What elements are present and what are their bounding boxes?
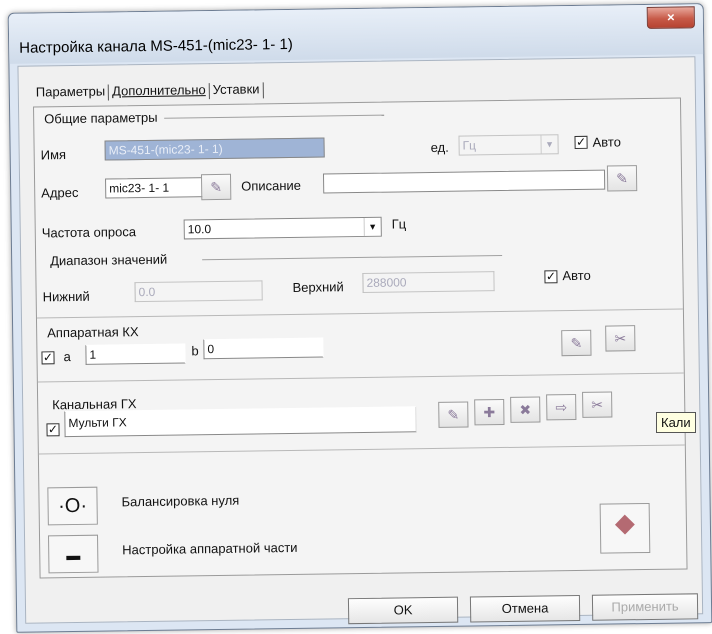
- auto-unit-checkbox[interactable]: ✓: [574, 135, 588, 149]
- chevron-down-icon: ▼: [540, 135, 558, 154]
- address-label: Адрес: [41, 184, 79, 201]
- edit-icon: ✎: [570, 334, 583, 352]
- hardware-cx-edit-button[interactable]: ✎: [561, 329, 592, 357]
- hardware-icon: ▬: [66, 546, 81, 564]
- title-bar[interactable]: Настройка канала MS-451-(mic23- 1- 1) ×: [8, 4, 704, 64]
- range-auto-label: Авто: [562, 267, 591, 284]
- hardware-cx-group-label: Аппаратная КХ: [47, 324, 139, 341]
- name-input[interactable]: MS-451-(mic23- 1- 1): [104, 137, 325, 161]
- cancel-button[interactable]: Отмена: [469, 594, 581, 623]
- window-title: Настройка канала MS-451-(mic23- 1- 1): [19, 35, 293, 57]
- auto-unit-label: Авто: [592, 134, 622, 150]
- poll-rate-unit: Гц: [391, 216, 407, 232]
- dialog-window: Настройка канала MS-451-(mic23- 1- 1) × …: [7, 3, 712, 633]
- tab-parameters[interactable]: Параметры: [33, 83, 109, 100]
- description-input[interactable]: [322, 169, 606, 194]
- multi-gx-checkbox[interactable]: ✓: [46, 422, 60, 437]
- dialog-client-area: Параметры Дополнительно Уставки Общие пара…: [17, 56, 704, 625]
- calibrate-icon: ✂: [591, 396, 604, 413]
- edit-icon: ✎: [616, 170, 629, 187]
- close-button[interactable]: ×: [646, 6, 695, 29]
- tab-additional[interactable]: Дополнительно: [109, 82, 209, 98]
- zero-balance-button[interactable]: ·O·: [47, 486, 98, 526]
- diamond-icon: ◆: [614, 507, 636, 538]
- description-label: Описание: [241, 177, 302, 194]
- unit-label: ед.: [430, 139, 449, 155]
- chevron-down-icon: ▼: [363, 217, 381, 236]
- tab-setpoints[interactable]: Уставки: [210, 81, 263, 97]
- delete-icon: ✖: [519, 401, 532, 418]
- hardware-setup-label: Настройка аппаратной части: [122, 539, 298, 558]
- lower-input[interactable]: 0.0: [134, 280, 263, 303]
- calibration-tooltip: Кали: [656, 412, 696, 433]
- coefficient-b-label: b: [191, 343, 199, 359]
- zero-balance-icon: ·O·: [57, 494, 88, 518]
- range-group-label: Диапазон значений: [50, 251, 168, 269]
- gx-delete-button[interactable]: ✖: [510, 396, 541, 423]
- apply-button[interactable]: Применить: [591, 593, 699, 621]
- hardware-cx-checkbox[interactable]: ✓: [41, 350, 55, 365]
- section-divider: [37, 372, 684, 383]
- group-divider: [164, 114, 385, 119]
- address-input[interactable]: mic23- 1- 1: [105, 177, 216, 199]
- parameters-panel: Общие параметры Имя MS-451-(mic23- 1- 1)…: [33, 97, 688, 579]
- gx-edit-button[interactable]: ✎: [438, 401, 469, 428]
- section-divider: [38, 444, 685, 455]
- auto-tune-button[interactable]: ◆: [599, 502, 651, 554]
- coefficient-a-input[interactable]: 1: [85, 343, 186, 365]
- add-icon: ✚: [483, 404, 496, 421]
- import-icon: ⇨: [555, 399, 568, 416]
- hardware-setup-button[interactable]: ▬: [48, 534, 99, 574]
- lower-label: Нижний: [42, 288, 90, 305]
- gx-calibrate-button[interactable]: ✂: [582, 391, 613, 418]
- multi-gx-label: Мульти ГХ: [68, 415, 127, 431]
- upper-input[interactable]: 288000: [362, 271, 495, 293]
- edit-icon: ✎: [447, 406, 460, 423]
- calibrate-icon: ✂: [614, 330, 627, 347]
- gx-add-button[interactable]: ✚: [474, 398, 505, 426]
- coefficient-b-input[interactable]: 0: [203, 337, 324, 360]
- group-divider: [202, 255, 503, 261]
- hardware-cx-calibrate-button[interactable]: ✂: [605, 325, 636, 352]
- coefficient-a-label: а: [63, 349, 71, 365]
- general-group-label: Общие параметры: [44, 109, 158, 127]
- address-value: mic23- 1- 1: [109, 180, 170, 196]
- section-divider: [36, 308, 683, 319]
- gx-import-button[interactable]: ⇨: [546, 393, 577, 421]
- upper-label: Верхний: [292, 279, 344, 295]
- multi-gx-list[interactable]: Мульти ГХ: [64, 406, 417, 438]
- poll-rate-value: 10.0: [187, 222, 212, 237]
- tab-divider: [262, 81, 264, 98]
- tab-strip: Параметры Дополнительно Уставки: [33, 81, 264, 101]
- ok-button[interactable]: OK: [347, 596, 459, 625]
- range-auto-checkbox[interactable]: ✓: [544, 269, 558, 284]
- edit-icon: ✎: [210, 178, 223, 196]
- address-edit-button[interactable]: ✎: [200, 173, 232, 201]
- zero-balance-label: Балансировка нуля: [121, 492, 240, 510]
- poll-rate-label: Частота опроса: [41, 224, 137, 241]
- unit-select[interactable]: Гц ▼: [458, 134, 559, 156]
- close-icon: ×: [666, 9, 675, 25]
- unit-value: Гц: [462, 138, 477, 153]
- name-label: Имя: [40, 147, 67, 163]
- poll-rate-select[interactable]: 10.0 ▼: [183, 216, 382, 240]
- description-edit-button[interactable]: ✎: [606, 165, 638, 192]
